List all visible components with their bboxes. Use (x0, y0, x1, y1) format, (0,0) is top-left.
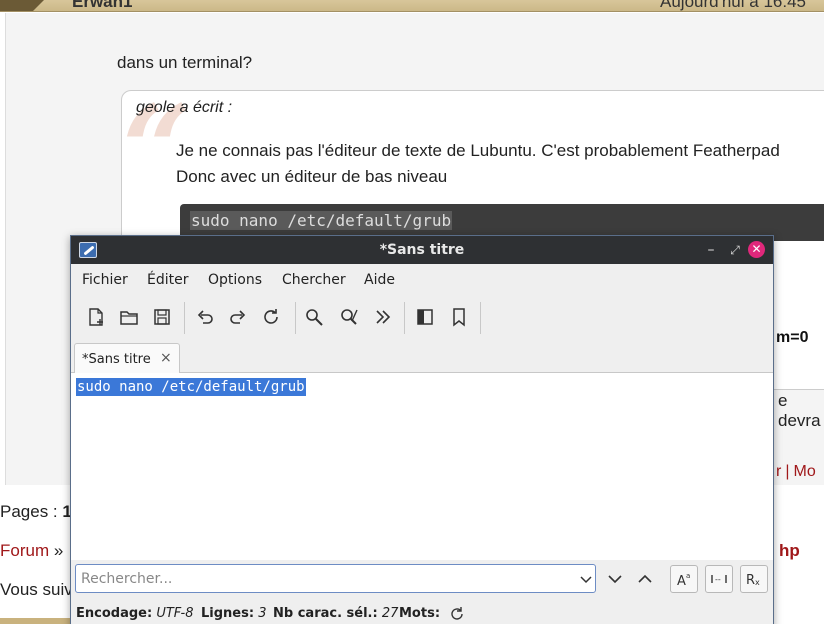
tab-bar: *Sans titre × (71, 340, 773, 374)
post-actions: r | Mo (776, 463, 816, 481)
status-selchars-label: Nb carac. sél.: (273, 606, 378, 621)
svg-text:A: A (677, 574, 686, 588)
post-action-link[interactable]: r (776, 463, 781, 480)
minimize-icon[interactable]: – (701, 240, 721, 260)
window-title: *Sans titre (379, 242, 465, 258)
breadcrumb-topic-link[interactable]: hp (779, 541, 800, 561)
pages-label: Pages : (0, 502, 58, 521)
menu-fichier[interactable]: Fichier (82, 272, 128, 288)
status-selchars-value: 27 (381, 606, 399, 621)
selected-text[interactable]: sudo nano /etc/default/grub (76, 378, 306, 396)
text-editor[interactable]: sudo nano /etc/default/grub (71, 373, 773, 560)
jump-icon[interactable] (368, 302, 398, 332)
toolbar-separator (184, 302, 185, 334)
whole-word-icon[interactable]: -- (705, 565, 733, 593)
quote-author: geole a écrit : (136, 99, 233, 116)
status-lines-label: Lignes: (201, 606, 255, 621)
find-icon[interactable] (299, 302, 329, 332)
redo-icon[interactable] (223, 302, 253, 332)
regex-icon[interactable]: Rx (740, 565, 768, 593)
post-action-separator: | (785, 463, 790, 480)
menu-options[interactable]: Options (208, 272, 262, 288)
breadcrumb: Forum » (0, 541, 63, 561)
subscription-text: Vous suiv (0, 580, 73, 599)
refresh-count-icon[interactable] (449, 606, 465, 622)
toolbar-separator (295, 302, 296, 334)
status-bar: Encodage: UTF-8 Lignes: 3 Nb carac. sél.… (71, 600, 773, 624)
toolbar-separator (480, 302, 481, 334)
restore-icon[interactable]: ⤢ (725, 240, 745, 260)
menu-aide[interactable]: Aide (364, 272, 395, 288)
post-text-fragment: e devra (778, 391, 821, 430)
find-previous-icon[interactable] (631, 565, 659, 593)
undo-icon[interactable] (190, 302, 220, 332)
post-text-fragment: m=0 (776, 329, 809, 346)
featherpad-window: *Sans titre – ⤢ ✕ Fichier Éditer Options… (70, 235, 774, 624)
svg-text:R: R (746, 573, 755, 588)
footer-decoration (0, 618, 70, 624)
find-next-icon[interactable] (601, 565, 629, 593)
status-words-label: Mots: (399, 606, 441, 621)
chevron-down-icon[interactable] (578, 569, 594, 589)
status-lines-value: 3 (258, 606, 267, 621)
find-bar: Aa -- Rx (71, 560, 773, 600)
post-action-link[interactable]: Mo (793, 463, 815, 480)
side-pane-icon[interactable] (410, 302, 440, 332)
post-date: Aujourd'hui à 16:45 (660, 0, 806, 11)
search-input[interactable] (81, 568, 571, 590)
svg-text:--: -- (715, 575, 721, 584)
status-encoding-value: UTF-8 (156, 606, 194, 621)
quote-text-line: Je ne connais pas l'éditeur de texte de … (176, 141, 780, 160)
new-file-icon[interactable] (81, 302, 111, 332)
open-folder-icon[interactable] (114, 302, 144, 332)
status-encoding: Encodage: UTF-8 (76, 606, 194, 621)
svg-text:x: x (755, 578, 760, 587)
status-words: Mots: (399, 606, 440, 621)
search-field[interactable] (75, 564, 596, 593)
menu-chercher[interactable]: Chercher (282, 272, 346, 288)
breadcrumb-separator: » (53, 541, 64, 560)
status-lines: Lignes: 3 (201, 606, 266, 621)
tab-sans-titre[interactable]: *Sans titre × (74, 343, 180, 374)
match-case-icon[interactable]: Aa (670, 565, 698, 593)
tab-close-icon[interactable]: × (160, 350, 172, 366)
replace-icon[interactable] (334, 302, 364, 332)
status-encoding-label: Encodage: (76, 606, 153, 621)
toolbar-separator (404, 302, 405, 334)
breadcrumb-forum-link[interactable]: Forum (0, 541, 49, 560)
post-text: dans un terminal? (117, 53, 253, 72)
header-corner-decoration (0, 0, 44, 11)
post-author[interactable]: Erwan1 (72, 0, 132, 11)
close-icon[interactable]: ✕ (748, 241, 765, 258)
window-titlebar[interactable]: *Sans titre – ⤢ ✕ (71, 236, 773, 264)
quote-text-line: Donc avec un éditeur de bas niveau (176, 167, 448, 186)
menu-bar: Fichier Éditer Options Chercher Aide (71, 264, 773, 296)
bookmark-icon[interactable] (444, 302, 474, 332)
svg-text:a: a (686, 572, 690, 580)
forum-post-header: Erwan1 Aujourd'hui à 16:45 (0, 0, 824, 12)
pagination: Pages : 1 (0, 502, 72, 522)
reload-icon[interactable] (256, 302, 286, 332)
status-selchars: Nb carac. sél.: 27 (273, 606, 398, 621)
code-text[interactable]: sudo nano /etc/default/grub (190, 211, 453, 230)
toolbar (71, 298, 773, 338)
tab-label: *Sans titre (82, 352, 151, 367)
save-icon[interactable] (147, 302, 177, 332)
menu-editer[interactable]: Éditer (147, 272, 188, 288)
